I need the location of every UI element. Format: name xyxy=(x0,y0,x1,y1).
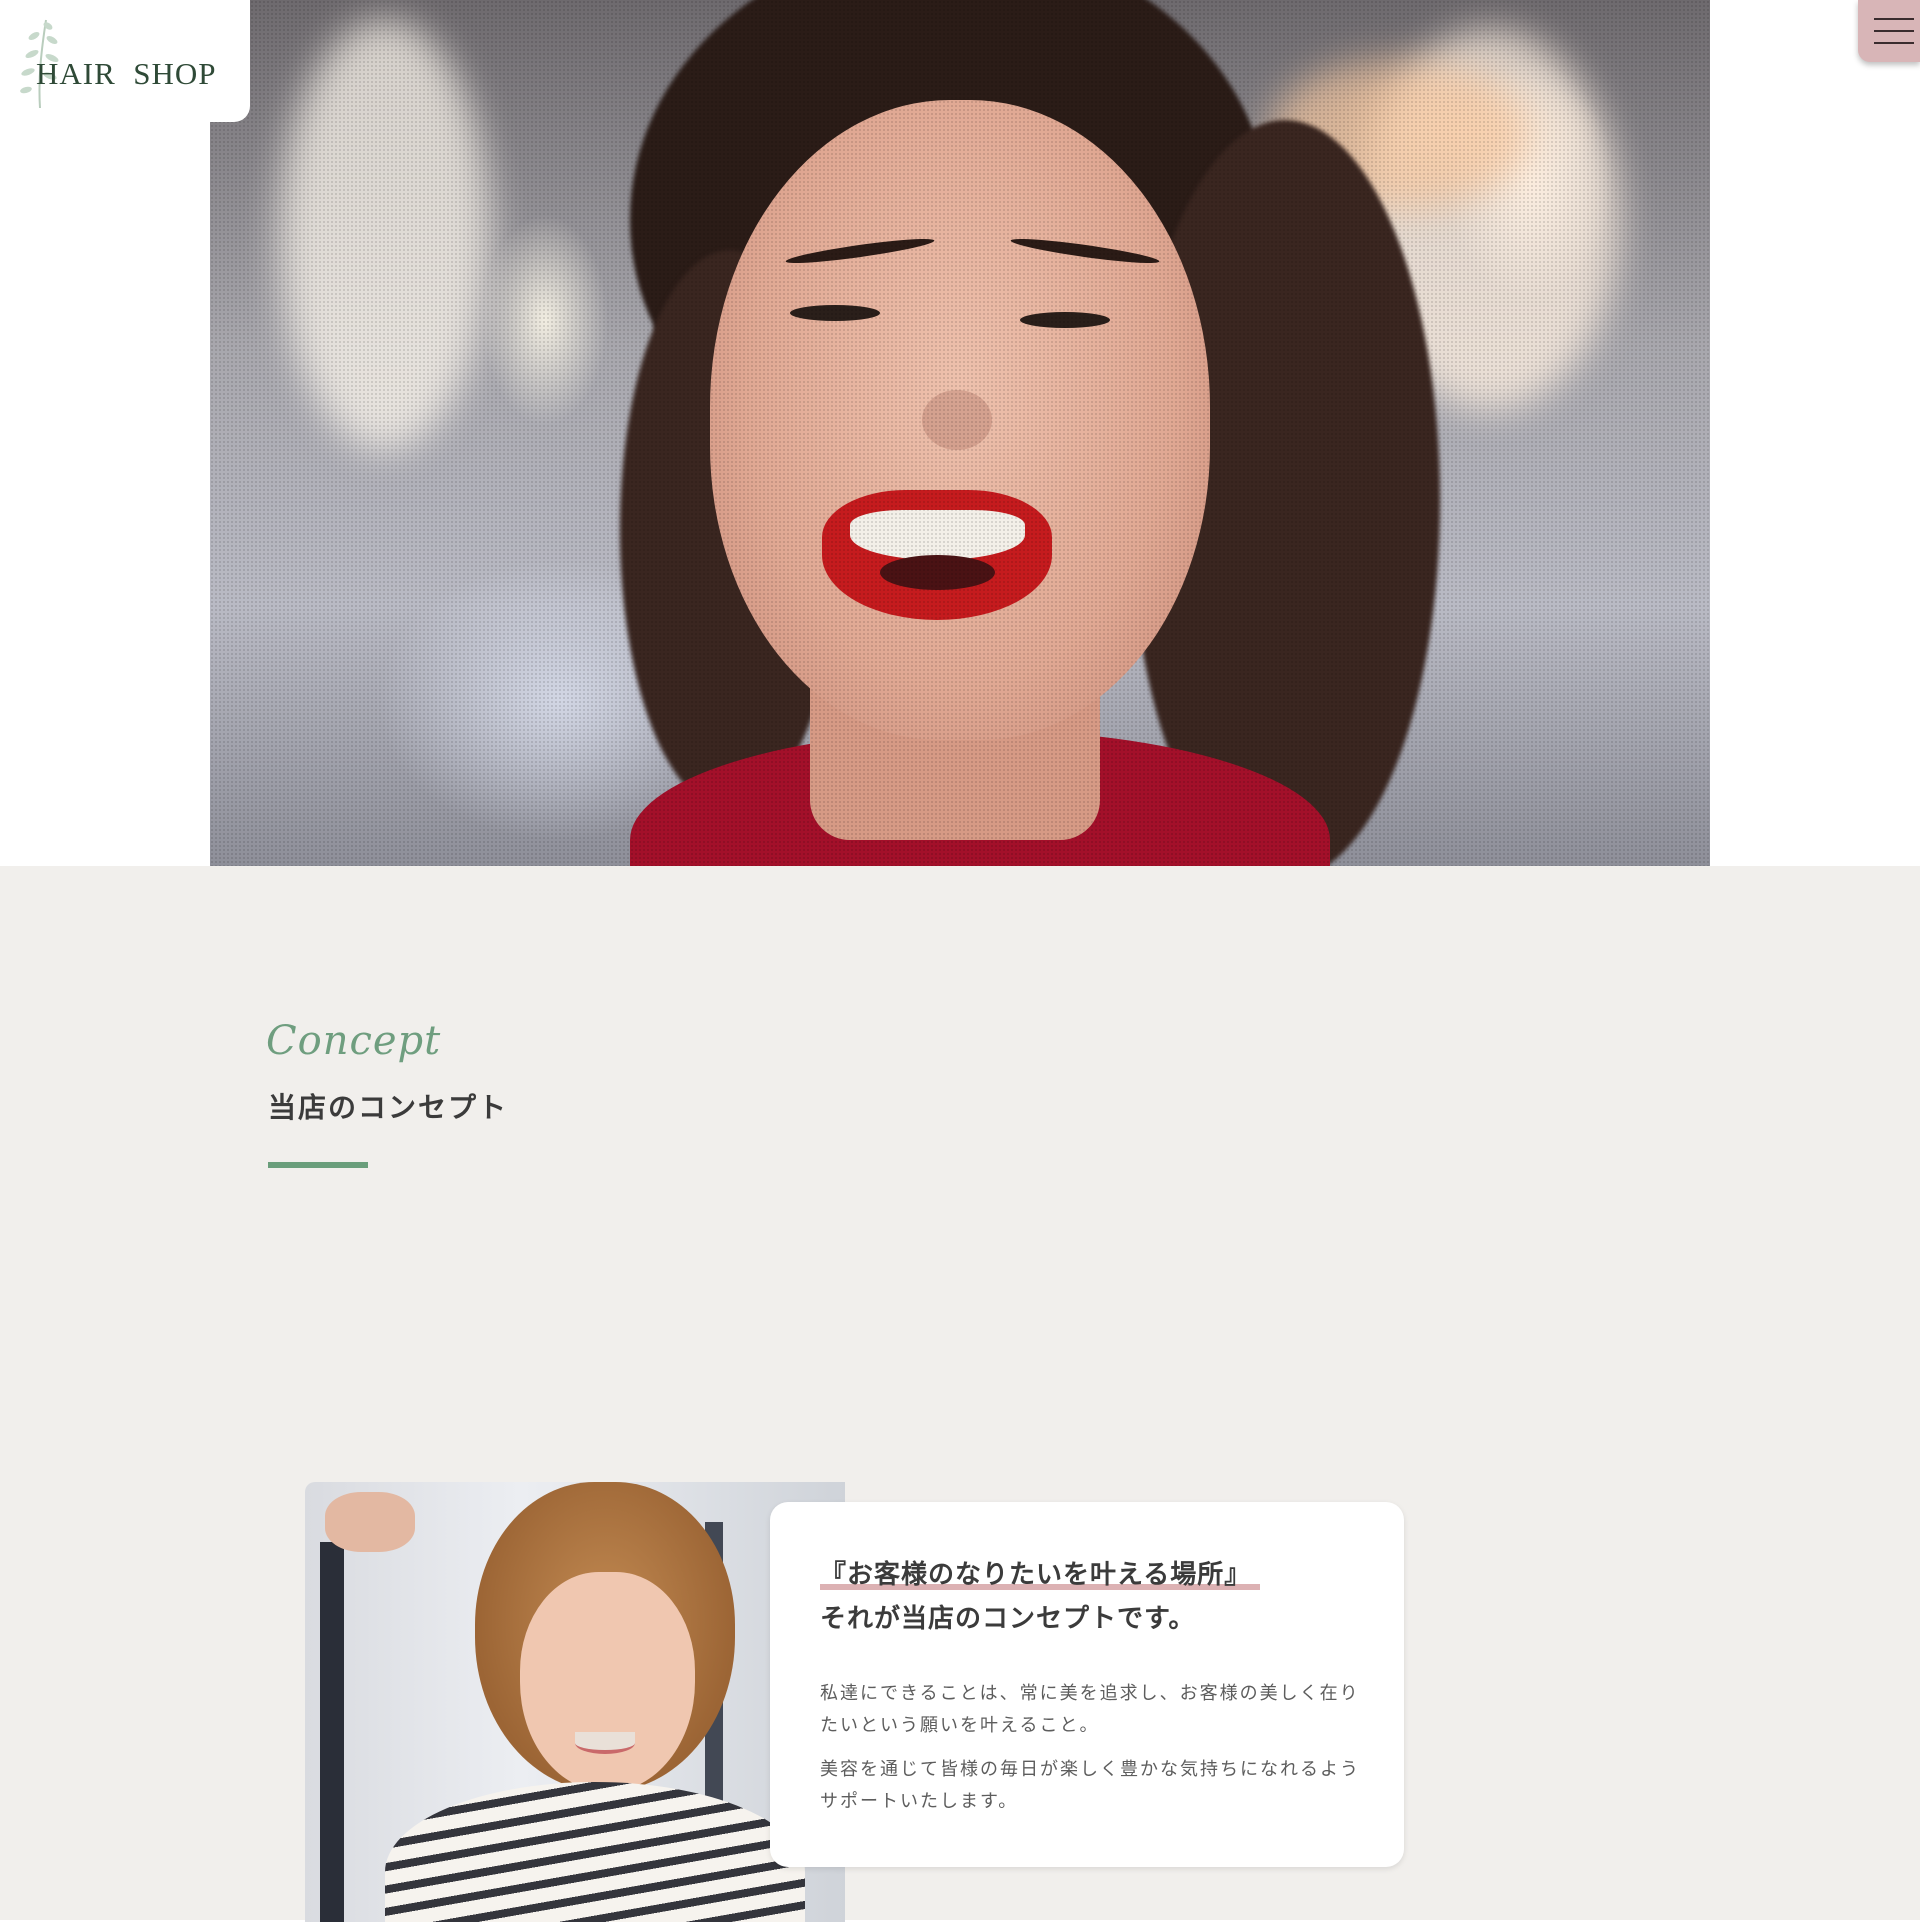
concept-lead-sub: それが当店のコンセプトです。 xyxy=(820,1604,1196,1634)
site-logo[interactable]: HAIR SHOP xyxy=(0,0,250,122)
concept-paragraph-2: 美容を通じて皆様の毎日が楽しく豊かな気持ちになれるようサポートいたします。 xyxy=(820,1759,1360,1812)
heading-underline xyxy=(268,1162,368,1168)
concept-card: 『お客様のなりたいを叶える場所』 それが当店のコンセプトです。 私達にできること… xyxy=(770,1502,1404,1867)
concept-heading: 当店のコンセプト xyxy=(268,1091,509,1124)
hero-section xyxy=(0,0,1920,866)
concept-section: Concept 当店のコンセプト 『お客様のなりたいを叶える場所』 それが当店の… xyxy=(0,866,1920,1922)
concept-image xyxy=(305,1482,845,1922)
concept-paragraph-1: 私達にできることは、常に美を追求し、お客様の美しく在りたいという願いを叶えること… xyxy=(820,1683,1360,1736)
hero-image xyxy=(210,0,1710,866)
concept-lead: 『お客様のなりたいを叶える場所』 xyxy=(820,1560,1252,1590)
concept-script-title: Concept xyxy=(266,1018,442,1064)
menu-button[interactable] xyxy=(1858,0,1920,62)
logo-text: HAIR SHOP xyxy=(36,56,217,91)
